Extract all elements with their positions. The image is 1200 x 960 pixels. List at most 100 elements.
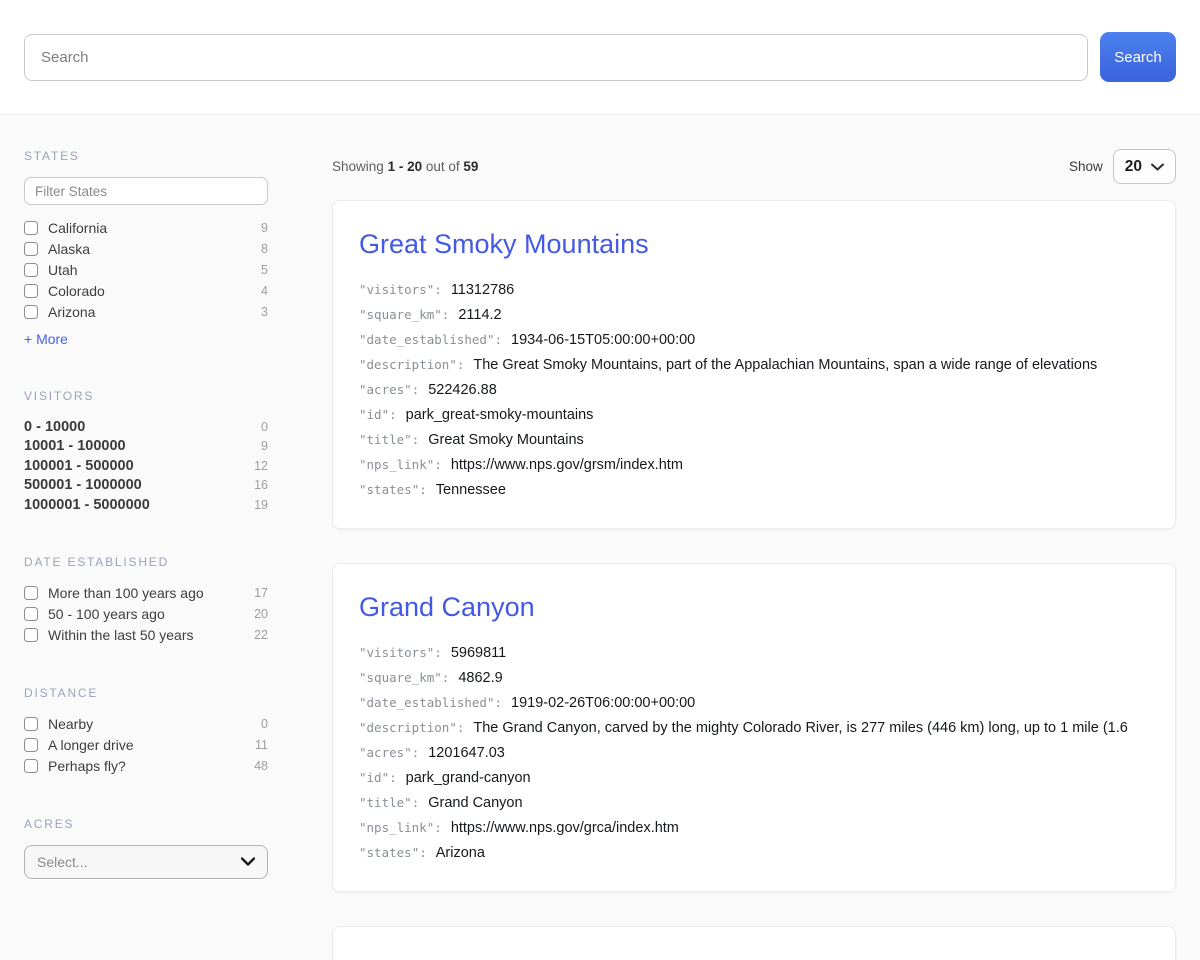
facet-option-date-2[interactable]: Within the last 50 years 22 — [24, 625, 268, 646]
result-field-acres: acres 522426.88 — [359, 382, 1149, 398]
field-value: The Great Smoky Mountains, part of the A… — [473, 357, 1097, 373]
facet-option-label: California — [48, 220, 253, 236]
result-field-square-km: square_km 4862.9 — [359, 670, 1149, 686]
facet-option-perhaps-fly[interactable]: Perhaps fly? 48 — [24, 756, 268, 777]
field-key: nps_link — [359, 457, 442, 472]
search-input[interactable] — [24, 34, 1088, 81]
field-value: Great Smoky Mountains — [428, 432, 584, 448]
field-value: 11312786 — [451, 282, 514, 298]
result-title-link[interactable]: Grand Canyon — [359, 592, 1149, 623]
result-field-date-established: date_established 1919-02-26T06:00:00+00:… — [359, 695, 1149, 711]
facet-option-count: 5 — [261, 263, 268, 277]
facet-date-established: DATE ESTABLISHED More than 100 years ago… — [24, 555, 268, 646]
page-size-select[interactable]: 20 — [1113, 149, 1176, 184]
facet-option-count: 48 — [254, 759, 268, 773]
facet-option-count: 9 — [261, 439, 268, 453]
facet-option-count: 0 — [261, 717, 268, 731]
facet-acres: ACRES Select... — [24, 817, 268, 879]
checkbox-icon[interactable] — [24, 263, 38, 277]
facet-option-label: 500001 - 1000000 — [24, 477, 246, 493]
facet-option-longer-drive[interactable]: A longer drive 11 — [24, 735, 268, 756]
result-field-description: description The Grand Canyon, carved by … — [359, 720, 1149, 736]
checkbox-icon[interactable] — [24, 628, 38, 642]
page-size-value: 20 — [1125, 158, 1142, 176]
field-key: description — [359, 357, 464, 372]
field-value: 5969811 — [451, 645, 506, 661]
facet-option-alaska[interactable]: Alaska 8 — [24, 238, 268, 259]
result-field-acres: acres 1201647.03 — [359, 745, 1149, 761]
facet-option-california[interactable]: California 9 — [24, 217, 268, 238]
facet-option-count: 11 — [255, 738, 268, 752]
field-key: title — [359, 795, 419, 810]
filter-states-input[interactable] — [24, 177, 268, 205]
field-value: 1934-06-15T05:00:00+00:00 — [511, 332, 695, 348]
states-more-link[interactable]: + More — [24, 331, 68, 347]
facet-option-date-0[interactable]: More than 100 years ago 17 — [24, 583, 268, 604]
facet-option-count: 3 — [261, 305, 268, 319]
chevron-down-icon — [1151, 163, 1164, 171]
facet-option-visitors-2[interactable]: 100001 - 500000 12 — [24, 456, 268, 476]
result-field-nps-link: nps_link https://www.nps.gov/grsm/index.… — [359, 457, 1149, 473]
field-value: Tennessee — [436, 482, 506, 498]
facet-option-count: 16 — [254, 478, 268, 492]
field-key: visitors — [359, 282, 442, 297]
result-title-link[interactable]: Great Smoky Mountains — [359, 229, 1149, 260]
showing-prefix: Showing — [332, 159, 384, 174]
checkbox-icon[interactable] — [24, 717, 38, 731]
field-value: 4862.9 — [458, 670, 502, 686]
checkbox-icon[interactable] — [24, 284, 38, 298]
showing-range: 1 - 20 — [388, 159, 423, 174]
facet-visitors-title: VISITORS — [24, 389, 268, 403]
facet-option-utah[interactable]: Utah 5 — [24, 259, 268, 280]
facet-option-count: 12 — [254, 459, 268, 473]
field-key: visitors — [359, 645, 442, 660]
result-field-states: states Tennessee — [359, 482, 1149, 498]
field-value: 1919-02-26T06:00:00+00:00 — [511, 695, 695, 711]
checkbox-icon[interactable] — [24, 607, 38, 621]
field-value: https://www.nps.gov/grca/index.htm — [451, 820, 679, 836]
facet-option-arizona[interactable]: Arizona 3 — [24, 301, 268, 322]
checkbox-icon[interactable] — [24, 221, 38, 235]
results-meta: Showing 1 - 20 out of 59 Show 20 — [332, 149, 1176, 184]
facet-option-label: Perhaps fly? — [48, 758, 246, 774]
facet-option-label: Nearby — [48, 716, 253, 732]
facet-states: STATES California 9 Alaska 8 Utah 5 Colo… — [24, 149, 268, 349]
result-field-title: title Grand Canyon — [359, 795, 1149, 811]
facet-option-label: Within the last 50 years — [48, 627, 246, 643]
results-count-text: Showing 1 - 20 out of 59 — [332, 159, 478, 174]
facet-option-visitors-0[interactable]: 0 - 10000 0 — [24, 417, 268, 437]
results-area: Showing 1 - 20 out of 59 Show 20 Great S… — [332, 149, 1176, 960]
facet-option-nearby[interactable]: Nearby 0 — [24, 714, 268, 735]
facet-option-visitors-4[interactable]: 1000001 - 5000000 19 — [24, 495, 268, 515]
acres-select[interactable]: Select... — [24, 845, 268, 879]
facet-distance: DISTANCE Nearby 0 A longer drive 11 Perh… — [24, 686, 268, 777]
search-button[interactable]: Search — [1100, 32, 1176, 82]
result-card: Great Smoky Mountains visitors 11312786 … — [332, 200, 1176, 529]
facet-option-date-1[interactable]: 50 - 100 years ago 20 — [24, 604, 268, 625]
field-value: The Grand Canyon, carved by the mighty C… — [473, 720, 1127, 736]
showing-total: 59 — [463, 159, 478, 174]
facet-option-colorado[interactable]: Colorado 4 — [24, 280, 268, 301]
result-field-date-established: date_established 1934-06-15T05:00:00+00:… — [359, 332, 1149, 348]
facet-option-label: Arizona — [48, 304, 253, 320]
facet-option-label: 10001 - 100000 — [24, 438, 253, 454]
facet-option-visitors-3[interactable]: 500001 - 1000000 16 — [24, 476, 268, 496]
result-card: Grand Canyon visitors 5969811 square_km … — [332, 563, 1176, 892]
checkbox-icon[interactable] — [24, 586, 38, 600]
facet-distance-title: DISTANCE — [24, 686, 268, 700]
checkbox-icon[interactable] — [24, 738, 38, 752]
facet-option-label: A longer drive — [48, 737, 247, 753]
facet-option-label: 100001 - 500000 — [24, 458, 246, 474]
field-value: park_great-smoky-mountains — [406, 407, 594, 423]
facet-option-label: Alaska — [48, 241, 253, 257]
field-value: park_grand-canyon — [406, 770, 531, 786]
facet-option-count: 8 — [261, 242, 268, 256]
checkbox-icon[interactable] — [24, 242, 38, 256]
checkbox-icon[interactable] — [24, 305, 38, 319]
facet-option-visitors-1[interactable]: 10001 - 100000 9 — [24, 437, 268, 457]
field-key: states — [359, 845, 427, 860]
field-value: 522426.88 — [428, 382, 497, 398]
checkbox-icon[interactable] — [24, 759, 38, 773]
facet-acres-title: ACRES — [24, 817, 268, 831]
field-key: id — [359, 407, 397, 422]
